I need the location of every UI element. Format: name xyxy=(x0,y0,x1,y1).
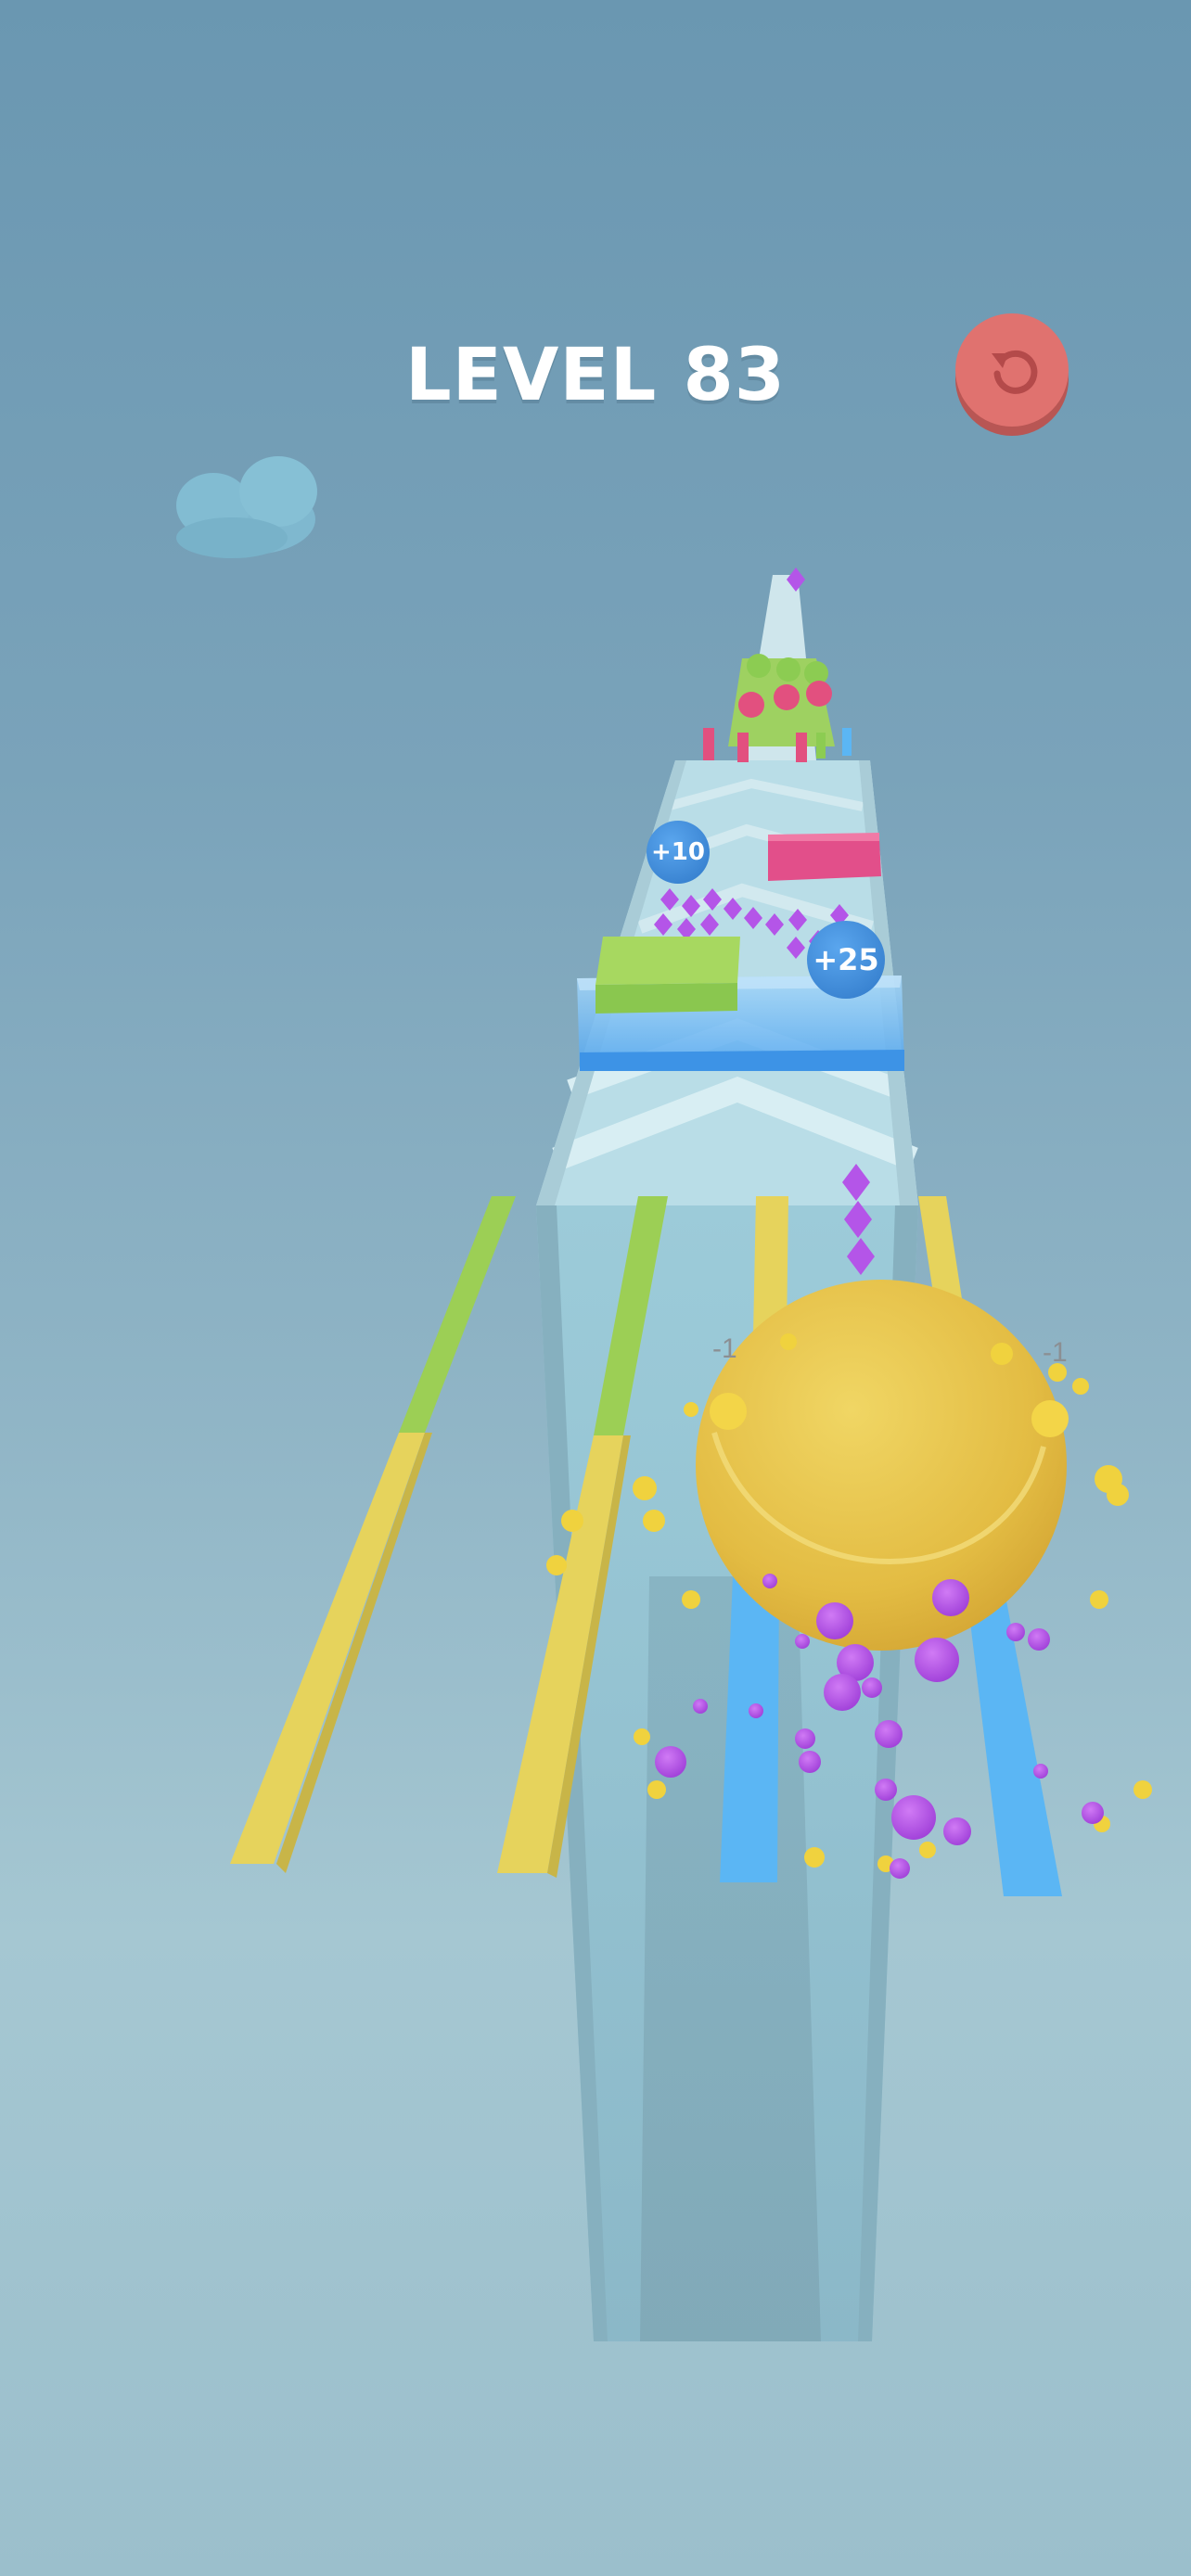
ball-side-label: -1 xyxy=(1043,1337,1068,1368)
player-ball[interactable] xyxy=(696,1280,1069,1651)
green-block-obstacle xyxy=(596,937,740,1014)
ball-side-label: -1 xyxy=(712,1333,737,1364)
bonus-bubble: +25 xyxy=(807,921,885,999)
bonus-bubble: +10 xyxy=(647,821,710,884)
pink-block-obstacle xyxy=(768,833,881,881)
restart-icon xyxy=(992,350,1038,394)
track xyxy=(536,575,918,1205)
restart-button[interactable] xyxy=(955,313,1069,427)
cloud-decoration xyxy=(176,456,317,558)
